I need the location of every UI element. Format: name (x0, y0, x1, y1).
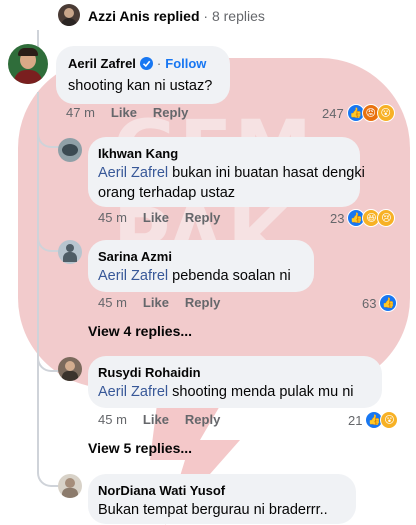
avatar[interactable] (58, 240, 82, 264)
avatar[interactable] (58, 4, 80, 26)
like-button[interactable]: Like (143, 210, 169, 225)
reaction-count: 23 (330, 210, 345, 226)
like-button[interactable]: Like (143, 295, 169, 310)
replies-summary[interactable]: Azzi Anis replied · 8 replies (88, 8, 265, 24)
thread-connector (37, 440, 59, 487)
reaction-count: 63 (362, 295, 377, 311)
reply-button[interactable]: Reply (153, 105, 188, 120)
avatar[interactable] (58, 357, 82, 381)
timestamp[interactable]: 47 m (66, 105, 95, 120)
comment-text: Aeril Zafrel pebenda soalan ni (98, 268, 291, 284)
reaction-count: 247 (322, 105, 344, 121)
reaction-count: 21 (348, 412, 363, 428)
comment-bubble: Ikhwan Kang Aeril Zafrel bukan ini buata… (88, 137, 365, 207)
comment-author[interactable]: Ikhwan Kang (98, 146, 178, 161)
comment-bubble: Rusydi Rohaidin Aeril Zafrel shooting me… (88, 356, 382, 408)
thread-connector (37, 330, 59, 372)
comment-bubble: Sarina Azmi Aeril Zafrel pebenda soalan … (88, 240, 314, 292)
comment-actions: 45 m Like Reply (98, 295, 236, 310)
reply-button[interactable]: Reply (185, 210, 220, 225)
reactions[interactable]: 247 👍 😡 😮 (322, 104, 395, 122)
timestamp[interactable]: 45 m (98, 412, 127, 427)
follow-button[interactable]: Follow (165, 56, 206, 71)
thread-connector (37, 108, 59, 148)
thread-line (37, 92, 39, 442)
wow-icon: 😮 (376, 104, 395, 122)
comment-author[interactable]: Aeril Zafrel (68, 56, 136, 71)
avatar[interactable] (58, 474, 82, 498)
sad-icon: 😢 (377, 209, 396, 227)
reactions[interactable]: 23 👍 😆 😢 (330, 209, 396, 227)
comment-actions: 45 m Like Reply (98, 210, 236, 225)
verified-badge-icon (139, 57, 153, 70)
view-more-replies[interactable]: View 5 replies... (88, 440, 192, 456)
comment-text: Bukan tempat bergurau ni braderrr.. (98, 502, 328, 518)
comment-author[interactable]: Rusydi Rohaidin (98, 365, 201, 380)
mention-link[interactable]: Aeril Zafrel (98, 268, 168, 284)
reply-author[interactable]: Azzi Anis (88, 8, 150, 24)
reply-button[interactable]: Reply (185, 295, 220, 310)
comment-bubble: Aeril Zafrel · Follow shooting kan ni us… (56, 46, 230, 104)
avatar[interactable] (8, 44, 48, 84)
like-icon: 👍 (379, 294, 398, 312)
mention-link[interactable]: Aeril Zafrel (98, 384, 168, 400)
thread-connector (37, 210, 59, 252)
avatar[interactable] (58, 138, 82, 162)
comment-text: shooting kan ni ustaz? (68, 78, 213, 94)
reply-count[interactable]: 8 replies (212, 8, 265, 24)
reactions[interactable]: 21 👍 😮 (348, 411, 399, 429)
reply-button[interactable]: Reply (185, 412, 220, 427)
timestamp[interactable]: 45 m (98, 295, 127, 310)
view-more-replies[interactable]: View 4 replies... (88, 323, 192, 339)
comment-author[interactable]: Sarina Azmi (98, 249, 172, 264)
reactions[interactable]: 63 👍 (362, 294, 398, 312)
wow-icon: 😮 (380, 411, 399, 429)
comment-bubble: NorDiana Wati Yusof Bukan tempat bergura… (88, 474, 356, 524)
like-button[interactable]: Like (111, 105, 137, 120)
comment-actions: 47 m Like Reply (66, 105, 204, 120)
like-button[interactable]: Like (143, 412, 169, 427)
comment-actions: 45 m Like Reply (98, 412, 236, 427)
comment-text: Aeril Zafrel bukan ini buatan hasat deng… (98, 165, 365, 181)
comment-text: Aeril Zafrel shooting menda pulak mu ni (98, 384, 354, 400)
comment-author[interactable]: NorDiana Wati Yusof (98, 483, 225, 498)
timestamp[interactable]: 45 m (98, 210, 127, 225)
mention-link[interactable]: Aeril Zafrel (98, 165, 168, 181)
